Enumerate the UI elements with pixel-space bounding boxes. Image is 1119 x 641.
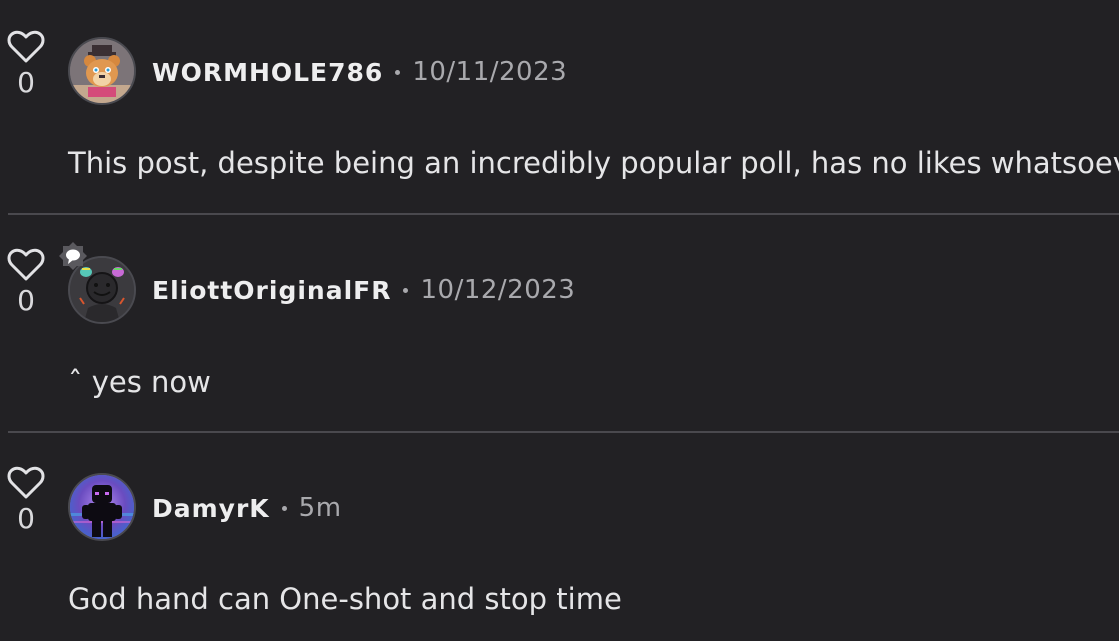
- heart-icon[interactable]: [7, 466, 45, 500]
- timestamp: 5m: [298, 493, 342, 523]
- comment-text: God hand can One-shot and stop time: [68, 582, 622, 616]
- heart-icon[interactable]: [7, 248, 45, 282]
- username[interactable]: EliottOriginalFR: [152, 276, 391, 305]
- comment-text: This post, despite being an incredibly p…: [68, 146, 1119, 180]
- divider: [8, 431, 1119, 433]
- comment-meta: EliottOriginalFR 10/12/2023: [152, 272, 575, 308]
- comment-meta: WORMHOLE786 10/11/2023: [152, 54, 567, 90]
- chat-bubble-badge-icon: [59, 242, 87, 270]
- timestamp: 10/12/2023: [420, 275, 576, 305]
- username[interactable]: WORMHOLE786: [152, 58, 383, 87]
- dark-figure-avatar: [70, 475, 134, 539]
- heart-icon[interactable]: [7, 30, 45, 64]
- like-count: 0: [17, 502, 35, 535]
- separator-dot: [403, 287, 409, 293]
- bear-mascot-avatar: [70, 39, 134, 103]
- username[interactable]: DamyrK: [152, 494, 270, 523]
- like-count: 0: [17, 66, 35, 99]
- like-count: 0: [17, 284, 35, 317]
- comment-meta: DamyrK 5m: [152, 490, 342, 526]
- avatar[interactable]: [68, 473, 136, 541]
- separator-dot: [281, 505, 287, 511]
- like-control[interactable]: 0: [6, 30, 46, 98]
- like-control[interactable]: 0: [6, 466, 46, 534]
- separator-dot: [395, 69, 401, 75]
- divider: [8, 213, 1119, 215]
- avatar[interactable]: [68, 37, 136, 105]
- comment-text: ˆ yes now: [68, 365, 211, 399]
- timestamp: 10/11/2023: [412, 57, 568, 87]
- like-control[interactable]: 0: [6, 248, 46, 316]
